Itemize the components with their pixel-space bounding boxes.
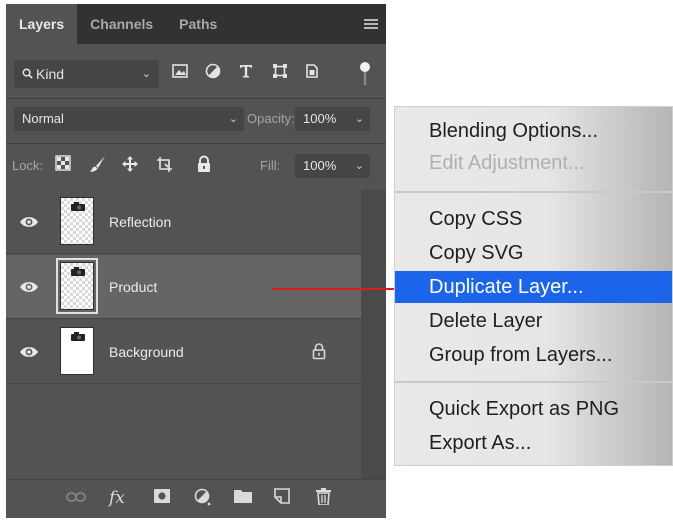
layer-name: Background	[109, 344, 184, 360]
menu-item-group-from-layers[interactable]: Group from Layers...	[395, 339, 672, 371]
link-icon[interactable]	[66, 488, 86, 508]
layer-thumbnail	[60, 197, 94, 245]
tab-layers[interactable]: Layers	[6, 4, 78, 44]
menu-item-edit-adjustment: Edit Adjustment...	[429, 152, 585, 174]
lock-position-icon[interactable]	[121, 155, 139, 179]
filter-kind-select[interactable]: Kind ⌄	[14, 60, 159, 88]
lock-transparent-pixels-icon[interactable]	[55, 155, 71, 177]
image-filter-icon[interactable]	[172, 63, 188, 83]
tab-paths[interactable]: Paths	[166, 4, 230, 44]
menu-item-blending-options[interactable]: Blending Options...	[395, 115, 672, 147]
camera-icon	[71, 267, 85, 276]
chevron-down-icon: ⌄	[354, 113, 364, 125]
eye-icon[interactable]	[18, 276, 40, 298]
smart-object-filter-icon[interactable]	[304, 63, 320, 84]
chevron-down-icon: ⌄	[141, 68, 151, 80]
filter-row: Kind ⌄	[6, 57, 386, 93]
eye-icon[interactable]	[18, 211, 40, 233]
lock-all-icon[interactable]	[196, 155, 212, 179]
eye-icon[interactable]	[18, 341, 40, 363]
chevron-down-icon: ⌄	[228, 113, 238, 125]
opacity-label: Opacity:	[247, 111, 295, 126]
fill-field[interactable]: 100% ⌄	[295, 154, 370, 178]
shape-filter-icon[interactable]	[272, 63, 288, 84]
menu-separator	[395, 191, 672, 193]
fx-icon[interactable]: fx	[109, 488, 125, 508]
pointer-arrow	[272, 283, 412, 295]
panel-menu-icon[interactable]	[364, 19, 378, 29]
lock-label: Lock:	[12, 158, 44, 173]
layer-name: Product	[109, 279, 158, 295]
search-icon	[22, 60, 33, 88]
menu-item-quick-export-png[interactable]: Quick Export as PNG	[395, 393, 672, 425]
filter-toggle-icon[interactable]	[358, 61, 372, 92]
trash-icon[interactable]	[316, 488, 331, 510]
folder-icon[interactable]	[234, 488, 252, 508]
menu-item-copy-css[interactable]: Copy CSS	[395, 203, 672, 235]
camera-icon	[71, 202, 85, 211]
lock-artboard-icon[interactable]	[156, 155, 174, 179]
menu-item-duplicate-layer[interactable]: Duplicate Layer...	[395, 271, 672, 303]
menu-separator	[395, 381, 672, 383]
divider	[6, 143, 386, 144]
blend-mode-value: Normal	[22, 111, 64, 126]
scrollbar-track[interactable]	[361, 190, 386, 480]
tab-channels[interactable]: Channels	[77, 4, 166, 44]
divider	[6, 98, 386, 99]
fill-label: Fill:	[260, 158, 281, 173]
layers-bottom-toolbar: fx	[6, 479, 386, 518]
chevron-down-icon: ⌄	[354, 160, 364, 172]
opacity-field[interactable]: 100% ⌄	[295, 107, 370, 131]
opacity-value: 100%	[303, 111, 337, 126]
layer-lock-icon	[311, 342, 327, 360]
panel-tab-bar: Layers Channels Paths	[6, 4, 386, 44]
blend-row: Normal ⌄ Opacity: 100% ⌄	[6, 107, 386, 133]
mask-icon[interactable]	[154, 488, 170, 508]
camera-icon	[71, 332, 85, 341]
layer-thumbnail	[56, 258, 98, 314]
menu-item-copy-svg[interactable]: Copy SVG	[395, 237, 672, 269]
layer-row-reflection[interactable]: Reflection	[6, 190, 361, 254]
adjustment-icon[interactable]	[194, 488, 212, 511]
layer-name: Reflection	[109, 214, 172, 230]
layer-context-menu: Blending Options... Edit Adjustment... C…	[394, 106, 673, 466]
menu-item-export-as[interactable]: Export As...	[395, 427, 672, 459]
layers-list: Reflection Product Background	[6, 190, 361, 480]
lock-image-pixels-icon[interactable]	[89, 155, 107, 179]
layers-panel: Layers Channels Paths Kind ⌄ Normal ⌄ Op…	[6, 4, 386, 518]
fill-value: 100%	[303, 158, 337, 173]
menu-item-delete-layer[interactable]: Delete Layer	[395, 305, 672, 337]
layer-thumbnail	[60, 327, 94, 375]
layer-row-background[interactable]: Background	[6, 320, 361, 384]
filter-kind-label: Kind	[36, 66, 65, 82]
new-layer-icon[interactable]	[274, 488, 290, 509]
type-filter-icon[interactable]	[238, 63, 254, 84]
adjustment-filter-icon[interactable]	[205, 63, 221, 84]
blend-mode-select[interactable]: Normal ⌄	[14, 107, 244, 131]
lock-row: Lock: Fill: 100% ⌄	[6, 154, 386, 180]
